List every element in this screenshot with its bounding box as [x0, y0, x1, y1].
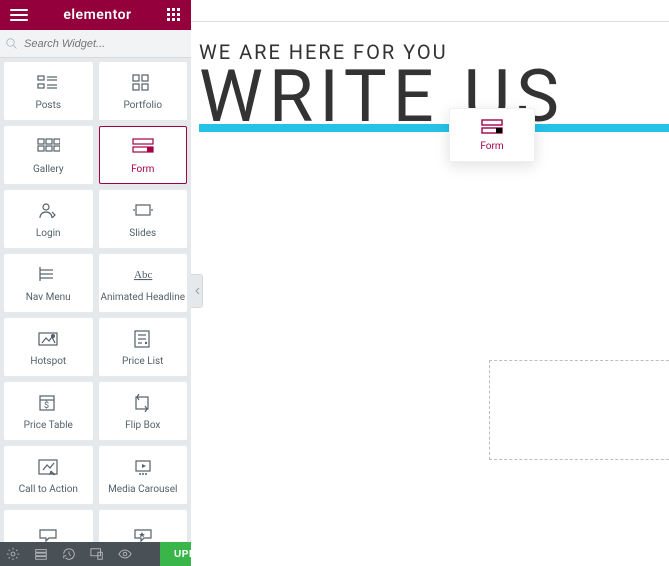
preview-icon[interactable]: [118, 547, 132, 561]
widget-panel[interactable]: Posts Portfolio Gallery Form Login Slides Nav …: [0, 58, 191, 542]
canvas-topbar: [191, 0, 669, 22]
widget-label: Form: [131, 164, 154, 175]
widget-call-to-action[interactable]: Call to Action: [4, 446, 93, 504]
widget-slides[interactable]: Slides: [99, 190, 188, 248]
widget-nav-menu[interactable]: Nav Menu: [4, 254, 93, 312]
settings-icon[interactable]: [6, 547, 20, 561]
widget-label: Gallery: [33, 164, 64, 175]
widget-label: Media Carousel: [108, 484, 177, 495]
form-icon: [129, 136, 157, 158]
portfolio-icon: [129, 72, 157, 94]
sidebar-header: elementor: [0, 0, 191, 30]
collapse-sidebar-button[interactable]: [191, 274, 203, 308]
drag-ghost-label: Form: [480, 141, 503, 152]
slides-icon: [129, 200, 157, 222]
price-table-icon: [34, 392, 62, 414]
widget-portfolio[interactable]: Portfolio: [99, 62, 188, 120]
login-icon: [34, 200, 62, 222]
widget-form[interactable]: Form: [99, 126, 188, 184]
widget-animated-headline[interactable]: Animated Headline: [99, 254, 188, 312]
elementor-sidebar: elementor Posts Portfolio Gallery Form Login…: [0, 0, 191, 566]
nav-menu-icon: [34, 264, 62, 286]
widget-hotspot[interactable]: Hotspot: [4, 318, 93, 376]
widget-testimonial-carousel[interactable]: [4, 510, 93, 542]
widget-price-table[interactable]: Price Table: [4, 382, 93, 440]
search-widget[interactable]: [0, 30, 191, 58]
widget-label: Flip Box: [125, 420, 160, 431]
hero-section[interactable]: WE ARE HERE FOR YOU WRITE US: [199, 40, 669, 132]
widget-label: Portfolio: [123, 100, 162, 111]
search-input[interactable]: [18, 38, 185, 50]
widget-label: Hotspot: [30, 356, 66, 367]
widget-label: Posts: [35, 100, 61, 111]
media-carousel-icon: [129, 456, 157, 478]
widget-login[interactable]: Login: [4, 190, 93, 248]
widget-price-list[interactable]: Price List: [99, 318, 188, 376]
gallery-icon: [34, 136, 62, 158]
widget-media-carousel[interactable]: Media Carousel: [99, 446, 188, 504]
widget-label: Login: [36, 228, 61, 239]
animated-headline-icon: [129, 264, 157, 286]
call-to-action-icon: [34, 456, 62, 478]
sidebar-footer: UPDATE ▲: [0, 542, 191, 566]
hotspot-icon: [34, 328, 62, 350]
history-icon[interactable]: [62, 547, 76, 561]
drop-zone[interactable]: + Drag wi: [489, 360, 669, 460]
preview-canvas[interactable]: WE ARE HERE FOR YOU WRITE US Form + Drag…: [191, 0, 669, 566]
widget-gallery[interactable]: Gallery: [4, 126, 93, 184]
widgets-grid-icon[interactable]: [167, 8, 181, 22]
posts-icon: [34, 72, 62, 94]
reviews-icon: [129, 525, 157, 542]
widget-flip-box[interactable]: Flip Box: [99, 382, 188, 440]
testimonial-carousel-icon: [34, 525, 62, 542]
hero-title: WRITE US: [199, 64, 669, 130]
widget-posts[interactable]: Posts: [4, 62, 93, 120]
responsive-icon[interactable]: [90, 547, 104, 561]
widget-label: Animated Headline: [100, 292, 185, 303]
brand-title: elementor: [63, 7, 131, 23]
widget-reviews[interactable]: [99, 510, 188, 542]
price-list-icon: [129, 328, 157, 350]
widget-label: Slides: [129, 228, 156, 239]
widget-label: Price Table: [24, 420, 73, 431]
widget-label: Price List: [122, 356, 163, 367]
flip-box-icon: [129, 392, 157, 414]
menu-icon[interactable]: [10, 14, 28, 16]
widget-label: Nav Menu: [26, 292, 71, 303]
navigator-icon[interactable]: [34, 547, 48, 561]
widget-label: Call to Action: [19, 484, 78, 495]
search-icon: [6, 38, 18, 50]
